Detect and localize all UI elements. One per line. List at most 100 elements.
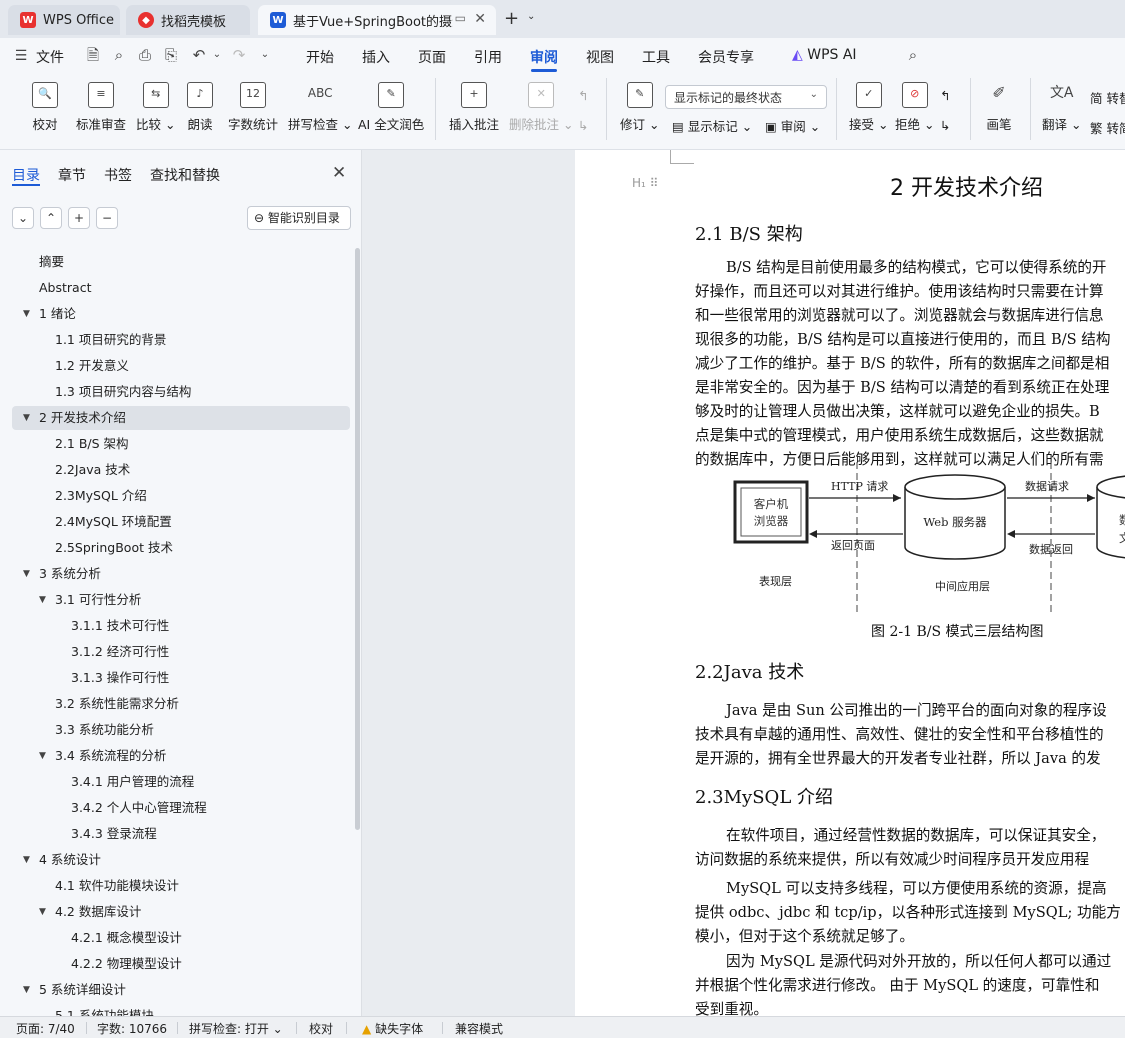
smart-toc-button[interactable]: ⊖ 智能识别目录 <box>247 206 351 230</box>
next-comment-icon[interactable]: ↳ <box>578 118 588 133</box>
toc-item[interactable]: 3.1.2 经济可行性 <box>12 640 350 664</box>
caret-down-icon[interactable]: ▼ <box>39 744 46 768</box>
search-icon[interactable]: ⌕ <box>904 46 922 64</box>
nav-tab-chapters[interactable]: 章节 <box>58 165 86 185</box>
prev-comment-icon[interactable]: ↰ <box>578 88 588 103</box>
translate-button[interactable]: 文A 翻译 ⌄ <box>1042 82 1081 133</box>
toc-item[interactable]: ▼ 3.4 系统流程的分析 <box>12 744 350 768</box>
close-tab-icon[interactable]: ✕ <box>474 11 486 27</box>
collapse-up-icon[interactable]: ⌃ <box>40 207 62 229</box>
nav-tab-toc[interactable]: 目录 <box>12 165 40 185</box>
toc-item[interactable]: 2.5SpringBoot 技术 <box>12 536 350 560</box>
toc-item[interactable]: 3.4.2 个人中心管理流程 <box>12 796 350 820</box>
monitor-icon[interactable]: ▭ <box>455 11 466 25</box>
caret-down-icon[interactable]: ▼ <box>23 302 30 326</box>
menu-reference[interactable]: 引用 <box>474 47 502 67</box>
menu-view[interactable]: 视图 <box>586 47 614 67</box>
menu-home[interactable]: 开始 <box>306 47 334 67</box>
word-count-button[interactable]: 12 字数统计 <box>228 82 278 133</box>
toc-item[interactable]: ▼ 4.2 数据库设计 <box>12 900 350 924</box>
spell-check-status[interactable]: 拼写检查: 打开 ⌄ <box>189 1020 283 1037</box>
new-tab-icon[interactable]: + <box>504 8 519 29</box>
toc-item[interactable]: ▼ 2 开发技术介绍 <box>12 406 350 430</box>
nav-scrollbar[interactable] <box>355 248 360 830</box>
show-markup-select[interactable]: 显示标记的最终状态 ⌄ <box>665 85 827 109</box>
heading-level-marker[interactable]: H₁ ⠿ <box>632 176 658 190</box>
toc-item[interactable]: 3.1.3 操作可行性 <box>12 666 350 690</box>
toc-item[interactable]: 4.2.2 物理模型设计 <box>12 952 350 976</box>
toc-item[interactable]: 4.1 软件功能模块设计 <box>12 874 350 898</box>
toc-item[interactable]: 1.1 项目研究的背景 <box>12 328 350 352</box>
toc-item[interactable]: 2.4MySQL 环境配置 <box>12 510 350 534</box>
menu-insert[interactable]: 插入 <box>362 47 390 67</box>
spell-check-button[interactable]: ABC 拼写检查 ⌄ <box>288 82 352 133</box>
missing-font-status[interactable]: ▲ 缺失字体 <box>362 1020 423 1037</box>
toc-item[interactable]: ▼ 3 系统分析 <box>12 562 350 586</box>
convert-traditional-button[interactable]: 简 转替 <box>1090 88 1125 107</box>
toc-item[interactable]: 5.1 系统功能模块 <box>12 1004 350 1016</box>
wps-ai-button[interactable]: ◭ WPS AI <box>792 47 857 63</box>
convert-simplified-button[interactable]: 繁 转简 <box>1090 118 1125 137</box>
reject-button[interactable]: ⊘ 拒绝 ⌄ <box>895 82 934 133</box>
word-count-indicator[interactable]: 字数: 10766 <box>97 1020 167 1037</box>
add-icon[interactable]: + <box>68 207 90 229</box>
toc-item[interactable]: 1.2 开发意义 <box>12 354 350 378</box>
chevron-down-icon[interactable]: ⌄ <box>208 46 226 64</box>
accept-button[interactable]: ✓ 接受 ⌄ <box>849 82 888 133</box>
insert-comment-button[interactable]: + 插入批注 <box>449 82 499 133</box>
undo-icon[interactable]: ↶ <box>190 46 208 64</box>
proof-button[interactable]: 🔍 校对 <box>32 82 58 133</box>
caret-down-icon[interactable]: ▼ <box>39 588 46 612</box>
caret-down-icon[interactable]: ▼ <box>23 848 30 872</box>
toc-item[interactable]: 4.2.1 概念模型设计 <box>12 926 350 950</box>
show-markup-button[interactable]: ▤ 显示标记 ⌄ <box>672 116 752 135</box>
menu-page[interactable]: 页面 <box>418 47 446 67</box>
expand-down-icon[interactable]: ⌄ <box>12 207 34 229</box>
tab-wps-office[interactable]: W WPS Office <box>8 5 120 35</box>
ai-polish-button[interactable]: ✎ AI 全文润色 <box>358 82 424 133</box>
toc-item[interactable]: 摘要 <box>12 250 350 274</box>
remove-icon[interactable]: − <box>96 207 118 229</box>
toc-item[interactable]: 2.2Java 技术 <box>12 458 350 482</box>
hamburger-icon[interactable]: ☰ <box>12 47 30 65</box>
toc-item[interactable]: 3.2 系统性能需求分析 <box>12 692 350 716</box>
toc-item[interactable]: ▼ 5 系统详细设计 <box>12 978 350 1002</box>
track-changes-button[interactable]: ✎ 修订 ⌄ <box>620 82 659 133</box>
toc-item[interactable]: 1.3 项目研究内容与结构 <box>12 380 350 404</box>
nav-tab-find-replace[interactable]: 查找和替换 <box>150 165 220 185</box>
share-icon[interactable]: ⌕ <box>110 46 128 64</box>
toc-item[interactable]: 3.4.1 用户管理的流程 <box>12 770 350 794</box>
document-page[interactable]: H₁ ⠿ 2 开发技术介绍 2.1 B/S 架构 B/S 结构是目前使用最多的结… <box>575 150 1125 1016</box>
proof-status[interactable]: 校对 <box>309 1020 333 1037</box>
print-icon[interactable]: ⎙ <box>136 46 154 64</box>
redo-icon[interactable]: ↷ <box>230 46 248 64</box>
page-indicator[interactable]: 页面: 7/40 <box>16 1020 75 1037</box>
close-icon[interactable]: ✕ <box>332 163 346 183</box>
tab-document[interactable]: W 基于Vue+SpringBoot的摄影 ▭ ✕ <box>258 5 496 35</box>
compare-button[interactable]: ⇆ 比较 ⌄ <box>136 82 175 133</box>
toc-item[interactable]: ▼ 3.1 可行性分析 <box>12 588 350 612</box>
toc-item[interactable]: 2.3MySQL 介绍 <box>12 484 350 508</box>
caret-down-icon[interactable]: ▼ <box>23 978 30 1002</box>
standard-review-button[interactable]: ≡ 标准审查 <box>76 82 126 133</box>
review-pane-button[interactable]: ▣ 审阅 ⌄ <box>765 116 820 135</box>
toc-item[interactable]: 2.1 B/S 架构 <box>12 432 350 456</box>
next-change-icon[interactable]: ↳ <box>940 118 950 133</box>
read-aloud-button[interactable]: ♪ 朗读 <box>187 82 213 133</box>
nav-tab-bookmarks[interactable]: 书签 <box>104 165 132 185</box>
chevron-down-icon[interactable]: ⌄ <box>527 11 535 22</box>
caret-down-icon[interactable]: ▼ <box>23 406 30 430</box>
toc-item[interactable]: 3.3 系统功能分析 <box>12 718 350 742</box>
print-preview-icon[interactable]: ⎘ <box>162 46 180 64</box>
chevron-down-icon[interactable]: ⌄ <box>256 46 274 64</box>
tab-docer[interactable]: ◆ 找稻壳模板 <box>126 5 250 35</box>
toc-item[interactable]: ▼ 1 绪论 <box>12 302 350 326</box>
toc-item[interactable]: ▼ 4 系统设计 <box>12 848 350 872</box>
menu-file[interactable]: 文件 <box>36 47 64 67</box>
toc-item[interactable]: Abstract <box>12 276 350 300</box>
toc-item[interactable]: 3.1.1 技术可行性 <box>12 614 350 638</box>
prev-change-icon[interactable]: ↰ <box>940 88 950 103</box>
toc-item[interactable]: 3.4.3 登录流程 <box>12 822 350 846</box>
menu-member[interactable]: 会员专享 <box>698 47 754 67</box>
caret-down-icon[interactable]: ▼ <box>39 900 46 924</box>
